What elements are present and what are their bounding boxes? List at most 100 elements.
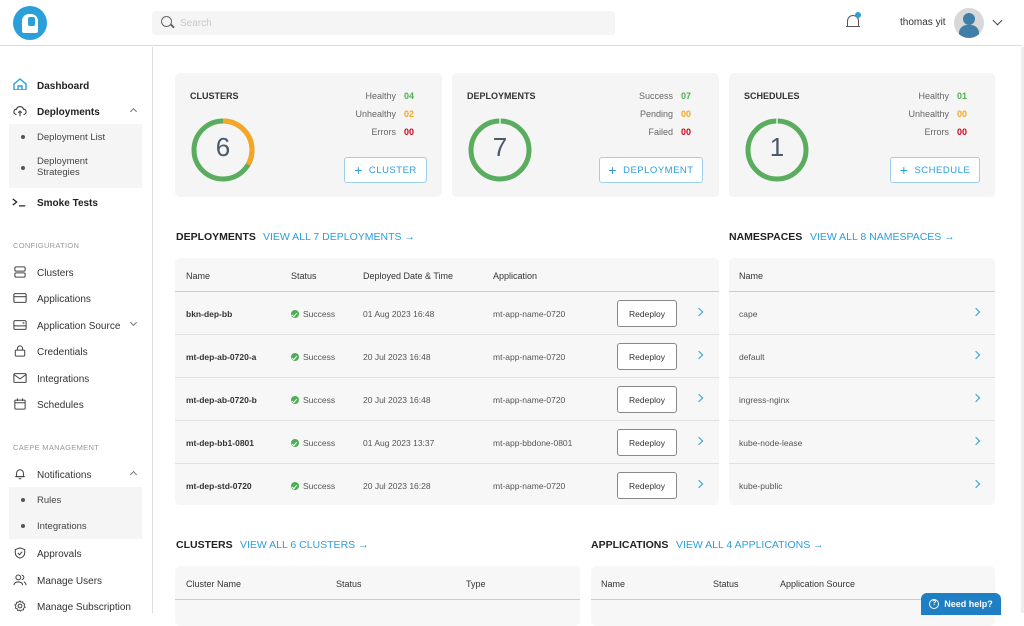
view-all-deployments-link[interactable]: VIEW ALL 7 DEPLOYMENTS →	[263, 231, 415, 243]
lock-icon	[14, 345, 26, 357]
sidebar-item-applications[interactable]: Applications	[0, 287, 152, 311]
plus-icon: +	[899, 162, 909, 178]
table-row[interactable]: mt-dep-ab-0720-a Success 20 Jul 2023 16:48…	[175, 335, 719, 378]
chevron-right-icon[interactable]	[694, 393, 704, 403]
chevron-down-icon[interactable]	[129, 318, 138, 327]
table-row[interactable]: default	[729, 335, 995, 378]
chevron-right-icon[interactable]	[971, 307, 981, 317]
chevron-right-icon[interactable]	[971, 479, 981, 489]
card-title: DEPLOYMENTS	[467, 91, 536, 101]
chevron-up-icon[interactable]	[129, 470, 138, 479]
user-name[interactable]: thomas yit	[900, 17, 946, 28]
sidebar-item-smoke-tests[interactable]: Smoke Tests	[0, 191, 152, 215]
table-header: Name	[729, 258, 995, 292]
need-help-button[interactable]: ? Need help?	[921, 593, 1001, 615]
sidebar-item-schedules[interactable]: Schedules	[0, 393, 152, 417]
stat-healthy: Healthy 04	[365, 91, 415, 101]
sidebar-subitem-integrations[interactable]: Integrations	[9, 513, 142, 539]
deployments-section-title: DEPLOYMENTS	[176, 231, 256, 243]
sidebar-item-dashboard[interactable]: Dashboard	[0, 74, 152, 98]
view-all-applications-link[interactable]: VIEW ALL 4 APPLICATIONS →	[676, 539, 824, 551]
clusters-table: Cluster Name Status Type	[175, 566, 580, 626]
namespace-name[interactable]: kube-node-lease	[739, 438, 802, 448]
clusters-total: 6	[215, 132, 231, 162]
caepe-logo[interactable]	[13, 6, 47, 40]
sidebar-item-application-source[interactable]: Application Source	[0, 314, 152, 338]
notification-bell-icon[interactable]	[846, 12, 861, 30]
section-caepe-management: CAEPE MANAGEMENT	[13, 443, 100, 452]
stat-errors: Errors 00	[924, 127, 968, 137]
table-row[interactable]: bkn-dep-bb Success 01 Aug 2023 16:48 mt-app…	[175, 292, 719, 335]
stat-failed: Failed 00	[648, 127, 692, 137]
redeploy-button[interactable]: Redeploy	[617, 386, 677, 413]
table-row[interactable]: ingress-nginx	[729, 378, 995, 421]
table-row[interactable]: mt-dep-bb1-0801 Success 01 Aug 2023 13:37 m…	[175, 421, 719, 464]
sidebar-item-label: Deployments	[37, 107, 100, 118]
chevron-right-icon[interactable]	[971, 436, 981, 446]
chevron-right-icon[interactable]	[694, 350, 704, 360]
sidebar-item-deployments[interactable]: Deployments	[0, 100, 152, 124]
redeploy-button[interactable]: Redeploy	[617, 429, 677, 456]
add-schedule-button[interactable]: + SCHEDULE	[890, 157, 980, 183]
sidebar-item-label: Approvals	[37, 549, 82, 560]
sidebar-item-label: Application Source	[37, 321, 121, 332]
chevron-right-icon[interactable]	[694, 307, 704, 317]
namespace-name[interactable]: ingress-nginx	[739, 395, 790, 405]
search-input[interactable]	[180, 11, 600, 35]
sidebar-item-approvals[interactable]: Approvals	[0, 542, 152, 566]
chevron-right-icon[interactable]	[694, 436, 704, 446]
deployment-name[interactable]: bkn-dep-bb	[186, 309, 232, 319]
table-row[interactable]: mt-dep-ab-0720-b Success 20 Jul 2023 16:48…	[175, 378, 719, 421]
deployment-name[interactable]: mt-dep-bb1-0801	[186, 438, 254, 448]
stat-pending: Pending 00	[639, 109, 692, 119]
server-icon	[14, 266, 26, 278]
user-menu-chevron-down-icon[interactable]	[992, 15, 1003, 26]
deployed-date: 20 Jul 2023 16:48	[363, 352, 431, 362]
check-circle-icon	[291, 353, 299, 361]
sidebar-item-manage-users[interactable]: Manage Users	[0, 569, 152, 593]
sidebar-item-clusters[interactable]: Clusters	[0, 261, 152, 285]
application-name: mt-app-name-0720	[493, 352, 566, 362]
application-name: mt-app-name-0720	[493, 481, 566, 491]
table-row[interactable]: mt-dep-std-0720 Success 20 Jul 2023 16:28 m…	[175, 464, 719, 507]
sidebar-subitem-deployment-list[interactable]: Deployment List	[9, 124, 142, 149]
sidebar-item-label: Clusters	[37, 268, 74, 279]
search-box[interactable]	[152, 11, 615, 35]
sidebar-item-integrations[interactable]: Integrations	[0, 367, 152, 391]
table-row[interactable]: cape	[729, 292, 995, 335]
sidebar-item-label: Schedules	[37, 400, 84, 411]
redeploy-button[interactable]: Redeploy	[617, 472, 677, 499]
deployment-name[interactable]: mt-dep-ab-0720-b	[186, 395, 257, 405]
view-all-clusters-link[interactable]: VIEW ALL 6 CLUSTERS →	[240, 539, 369, 551]
deployed-date: 01 Aug 2023 13:37	[363, 438, 435, 448]
deployment-name[interactable]: mt-dep-ab-0720-a	[186, 352, 256, 362]
add-cluster-button[interactable]: + CLUSTER	[344, 157, 427, 183]
namespaces-section-title: NAMESPACES	[729, 231, 803, 243]
check-circle-icon	[291, 396, 299, 404]
chevron-up-icon[interactable]	[129, 107, 138, 116]
redeploy-button[interactable]: Redeploy	[617, 343, 677, 370]
namespace-name[interactable]: kube-public	[739, 481, 782, 491]
view-all-namespaces-link[interactable]: VIEW ALL 8 NAMESPACES →	[810, 231, 955, 243]
sidebar-item-notifications[interactable]: Notifications	[0, 463, 152, 487]
table-row[interactable]: kube-node-lease	[729, 421, 995, 464]
table-row[interactable]: kube-public	[729, 464, 995, 507]
status-badge: Success	[291, 309, 335, 319]
namespace-name[interactable]: default	[739, 352, 765, 362]
sidebar-subitem-rules[interactable]: Rules	[9, 487, 142, 513]
chevron-right-icon[interactable]	[971, 393, 981, 403]
sidebar-subitem-deployment-strategies[interactable]: Deployment Strategies	[9, 154, 142, 184]
sidebar-item-credentials[interactable]: Credentials	[0, 340, 152, 364]
redeploy-button[interactable]: Redeploy	[617, 300, 677, 327]
deployments-total: 7	[492, 132, 508, 162]
chevron-right-icon[interactable]	[971, 350, 981, 360]
chevron-right-icon[interactable]	[694, 479, 704, 489]
application-name: mt-app-name-0720	[493, 309, 566, 319]
avatar[interactable]	[954, 8, 984, 38]
add-deployment-button[interactable]: + DEPLOYMENT	[599, 157, 703, 183]
sidebar-item-manage-subscription[interactable]: Manage Subscription	[0, 595, 152, 619]
deployment-name[interactable]: mt-dep-std-0720	[186, 481, 252, 491]
deployments-summary-card: DEPLOYMENTS 7 Success 07 Pending 00 Failed…	[452, 73, 719, 197]
schedules-summary-card: SCHEDULES 1 Healthy 01 Unhealthy 00 Errors…	[729, 73, 995, 197]
namespace-name[interactable]: cape	[739, 309, 757, 319]
